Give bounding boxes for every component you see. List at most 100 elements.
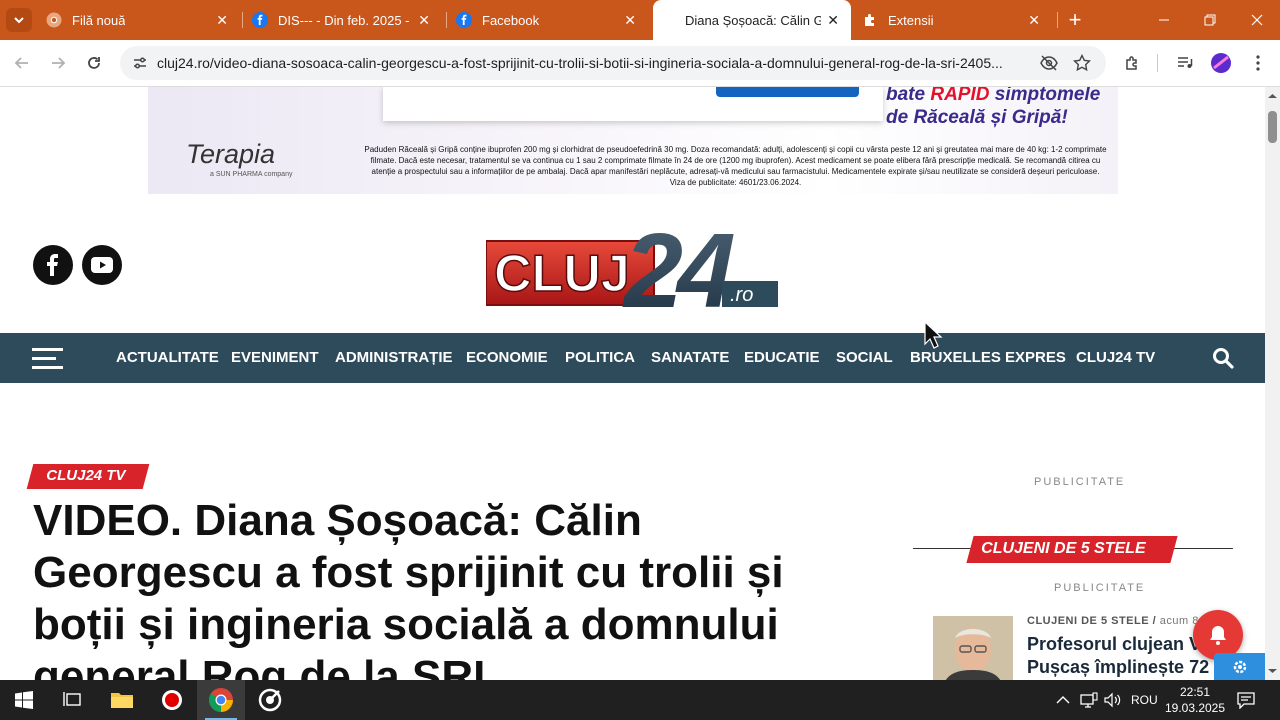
article-category-badge[interactable]: CLUJ24 TV [26, 464, 150, 489]
scroll-down-icon[interactable] [1265, 665, 1280, 677]
restore-button[interactable] [1198, 8, 1222, 32]
ad-banner[interactable]: Terapia a SUN PHARMA company bate RAPID … [148, 87, 1118, 194]
sidebar-section-title[interactable]: CLUJENI DE 5 STELE [966, 536, 1178, 563]
nav-item-eveniment[interactable]: EVENIMENT [231, 349, 319, 366]
show-hidden-icons[interactable] [1056, 680, 1070, 720]
toolbar-divider [1157, 54, 1158, 72]
address-bar[interactable]: cluj24.ro/video-diana-sosoaca-calin-geor… [120, 46, 1106, 80]
chrome-icon [46, 12, 62, 28]
task-view-button[interactable] [48, 680, 96, 720]
bell-icon [1210, 626, 1226, 645]
tab-facebook[interactable]: Facebook ✕ [456, 0, 648, 40]
article-thumbnail[interactable] [933, 616, 1013, 680]
close-icon[interactable]: ✕ [418, 12, 430, 29]
screen-recorder-button[interactable] [148, 680, 196, 720]
ad-fine-print: Paduden Răceală și Gripă conține ibuprof… [364, 145, 1107, 187]
main-navigation: ACTUALITATE EVENIMENT ADMINISTRAȚIE ECON… [0, 333, 1265, 383]
tab-extensions[interactable]: Extensii ✕ [862, 0, 1052, 40]
page-scrollbar[interactable] [1265, 87, 1280, 680]
url-text: cluj24.ro/video-diana-sosoaca-calin-geor… [157, 55, 1003, 71]
tab-facebook-dis[interactable]: DIS--- - Din feb. 2025 - D ✕ [252, 0, 442, 40]
site-info-icon[interactable] [132, 55, 148, 76]
action-center-button[interactable] [1236, 680, 1256, 720]
minimize-icon [1159, 19, 1169, 21]
facebook-icon [252, 12, 268, 28]
start-button[interactable] [0, 680, 48, 720]
hamburger-menu-icon[interactable] [32, 348, 64, 370]
close-window-button[interactable] [1245, 8, 1269, 32]
svg-text:24: 24 [622, 219, 735, 315]
tab-title: Filă nouă [72, 12, 126, 28]
back-button[interactable] [10, 51, 34, 75]
tab-title: Extensii [888, 12, 934, 28]
file-explorer-button[interactable] [98, 680, 146, 720]
web-page: Terapia a SUN PHARMA company bate RAPID … [0, 87, 1265, 680]
settings-button[interactable] [1214, 653, 1265, 680]
chrome-icon [209, 688, 233, 712]
profile-avatar[interactable] [1209, 51, 1233, 75]
nav-item-bruxelles-expres[interactable]: BRUXELLES EXPRES [910, 349, 1066, 366]
nav-item-politica[interactable]: POLITICA [565, 349, 635, 366]
reload-icon [88, 57, 100, 69]
target-icon [258, 688, 282, 712]
nav-item-actualitate[interactable]: ACTUALITATE [116, 349, 219, 366]
advertising-label: PUBLICITATE [1054, 582, 1146, 594]
network-icon[interactable] [1080, 680, 1098, 720]
nav-item-educatie[interactable]: EDUCATIE [744, 349, 820, 366]
close-icon[interactable]: ✕ [624, 12, 636, 29]
tab-new-tab[interactable]: Filă nouă ✕ [46, 0, 240, 40]
media-controls-button[interactable] [1173, 51, 1197, 75]
chrome-taskbar-button[interactable] [197, 680, 245, 720]
chevron-down-icon [14, 17, 24, 24]
input-language[interactable]: ROU [1131, 680, 1158, 720]
close-icon[interactable]: ✕ [216, 12, 228, 29]
tab-article-active[interactable]: Diana Șoșoacă: Călin Geo ✕ [653, 0, 851, 40]
youtube-link[interactable] [82, 245, 122, 285]
eye-off-icon[interactable] [1040, 54, 1058, 77]
nav-item-sanatate[interactable]: SANATATE [651, 349, 729, 366]
new-tab-button[interactable]: + [1063, 7, 1087, 32]
scrollbar-thumb[interactable] [1268, 111, 1277, 143]
folder-icon [111, 693, 133, 708]
tab-search-button[interactable] [6, 8, 32, 32]
gear-icon [1233, 660, 1246, 673]
reload-button[interactable] [82, 51, 106, 75]
app-taskbar-button[interactable] [246, 680, 294, 720]
clock-date: 19.03.2025 [1164, 701, 1226, 715]
facebook-link[interactable] [33, 245, 73, 285]
nav-item-economie[interactable]: ECONOMIE [466, 349, 548, 366]
task-view-icon [63, 692, 81, 706]
scroll-up-icon[interactable] [1265, 90, 1280, 102]
close-icon [1251, 14, 1263, 26]
chevron-up-icon [1056, 696, 1070, 704]
clock[interactable]: 22:51 19.03.2025 [1164, 680, 1226, 720]
puzzle-icon [862, 12, 878, 28]
site-logo[interactable]: CLUJ 24 .ro [485, 212, 778, 330]
nav-item-cluj24-tv[interactable]: CLUJ24 TV [1076, 349, 1155, 366]
tab-separator [446, 12, 447, 28]
bookmark-star-icon[interactable] [1072, 53, 1092, 77]
nav-item-administratie[interactable]: ADMINISTRAȚIE [335, 349, 453, 366]
facebook-icon [47, 254, 58, 276]
close-icon[interactable]: ✕ [827, 12, 839, 29]
forward-button[interactable] [46, 51, 70, 75]
svg-text:.ro: .ro [730, 284, 753, 306]
minimize-button[interactable] [1152, 8, 1176, 32]
nav-item-social[interactable]: SOCIAL [836, 349, 893, 366]
sidebar-item-meta: CLUJENI DE 5 STELE / acum 8 l [1027, 615, 1206, 627]
article-title: VIDEO. Diana Șoșoacă: Călin Georgescu a … [33, 496, 784, 680]
windows-taskbar: ROU 22:51 19.03.2025 [0, 680, 1280, 720]
playlist-icon [1178, 57, 1193, 68]
extensions-button[interactable] [1121, 51, 1145, 75]
ad-popup-button[interactable] [716, 87, 859, 97]
browser-menu-button[interactable] [1246, 51, 1270, 75]
search-icon[interactable] [1212, 347, 1234, 374]
close-icon[interactable]: ✕ [1028, 12, 1040, 29]
facebook-icon [456, 12, 472, 28]
more-vertical-icon [1256, 55, 1260, 71]
tab-title: DIS--- - Din feb. 2025 - D [278, 12, 414, 28]
tab-separator [242, 12, 243, 28]
volume-icon[interactable] [1103, 680, 1123, 720]
puzzle-icon [1126, 56, 1137, 70]
browser-toolbar: cluj24.ro/video-diana-sosoaca-calin-geor… [0, 40, 1280, 87]
